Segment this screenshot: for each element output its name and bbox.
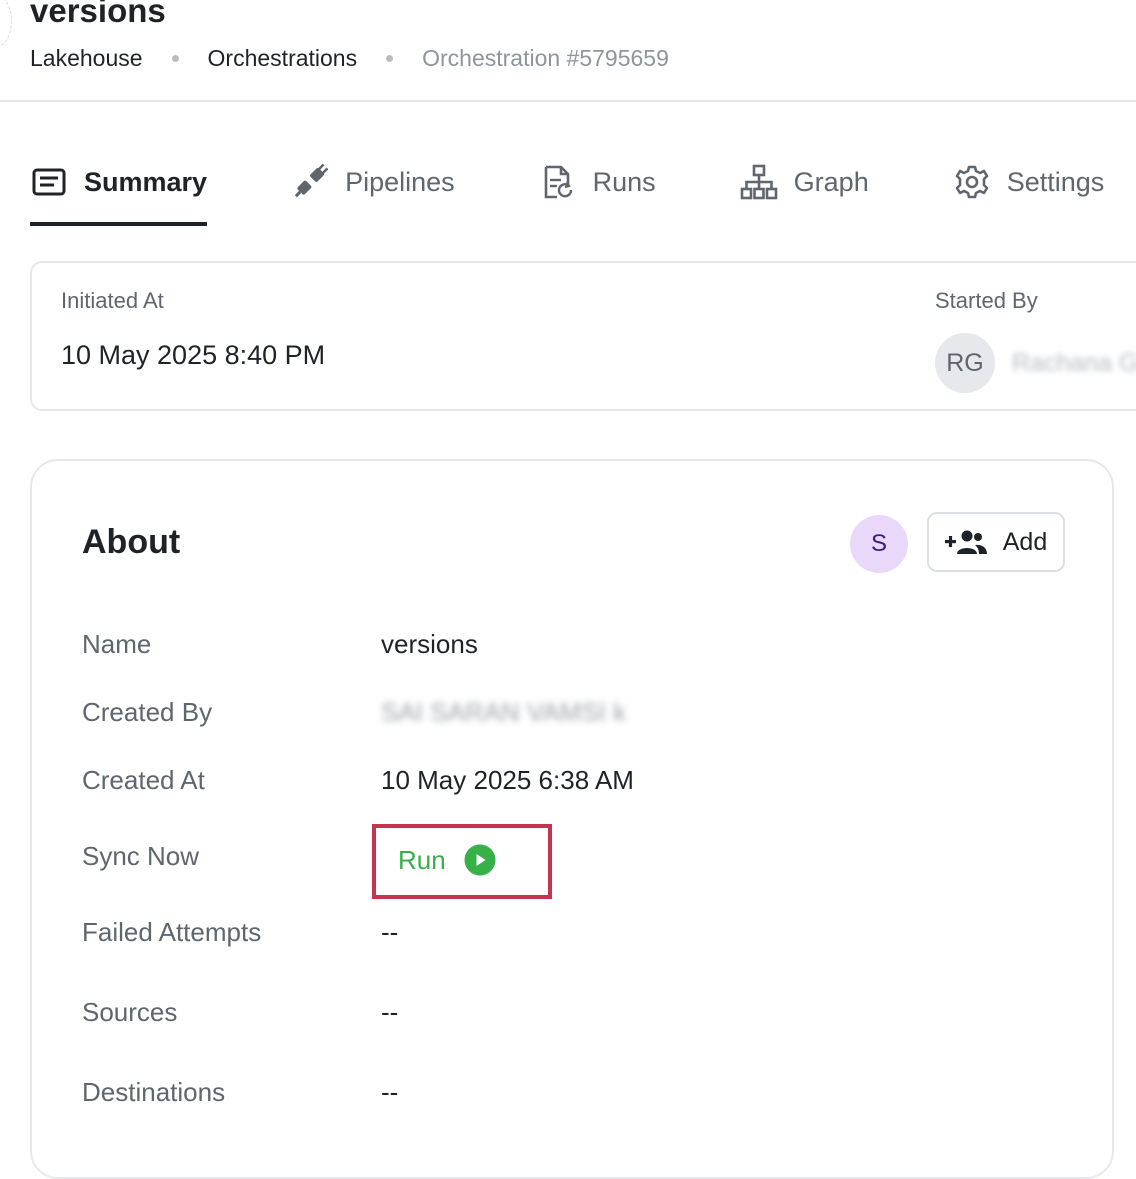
play-circle-icon xyxy=(464,844,496,876)
created-at-label: Created At xyxy=(82,765,205,795)
avatar[interactable]: S xyxy=(850,515,908,573)
tab-label: Runs xyxy=(592,166,656,197)
tab-settings[interactable]: Settings xyxy=(953,150,1105,214)
document-refresh-icon xyxy=(539,163,577,201)
about-title: About xyxy=(82,523,181,561)
destinations-value: -- xyxy=(381,1077,399,1107)
tab-bar: Summary Pipelines Runs Graph Settings xyxy=(30,150,1136,230)
sources-label: Sources xyxy=(82,997,178,1027)
plug-icon xyxy=(291,163,329,201)
sources-value: -- xyxy=(381,997,399,1027)
add-button-label: Add xyxy=(1002,527,1048,556)
started-by-label: Started By xyxy=(935,288,1038,313)
destinations-label: Destinations xyxy=(82,1077,226,1107)
run-button-label: Run xyxy=(398,844,446,875)
created-at-value: 10 May 2025 6:38 AM xyxy=(381,765,634,795)
logo-icon xyxy=(0,0,12,48)
list-card-icon xyxy=(30,163,68,201)
initiated-at-label: Initiated At xyxy=(61,288,164,313)
created-by-label: Created By xyxy=(82,697,213,727)
tab-label: Pipelines xyxy=(345,166,455,197)
run-highlight: Run xyxy=(372,824,552,899)
started-by-name: Rachana G xyxy=(1012,349,1136,377)
breadcrumb-lakehouse[interactable]: Lakehouse xyxy=(30,45,143,72)
sync-now-label: Sync Now xyxy=(82,841,200,871)
about-card: About S Add Name versions Created By SAI… xyxy=(30,459,1114,1179)
run-button[interactable]: Run xyxy=(398,844,496,876)
failed-attempts-label: Failed Attempts xyxy=(82,917,262,947)
initiated-at-value: 10 May 2025 8:40 PM xyxy=(61,340,326,370)
tab-label: Settings xyxy=(1006,166,1105,197)
breadcrumb-current: Orchestration #5795659 xyxy=(422,44,669,71)
tab-runs[interactable]: Runs xyxy=(539,150,656,214)
tab-summary[interactable]: Summary xyxy=(30,150,208,226)
page-title: versions xyxy=(30,0,166,29)
breadcrumb-separator xyxy=(386,54,394,62)
tab-graph[interactable]: Graph xyxy=(740,150,869,214)
created-by-value: SAI SARAN VAMSI k xyxy=(381,697,627,727)
page-header: versions Lakehouse Orchestrations Orches… xyxy=(0,0,1136,102)
breadcrumb: Lakehouse Orchestrations Orchestration #… xyxy=(30,44,669,72)
name-label: Name xyxy=(82,629,152,659)
run-info-card: Initiated At 10 May 2025 8:40 PM Started… xyxy=(30,261,1136,411)
add-group-icon xyxy=(944,529,987,555)
tab-pipelines[interactable]: Pipelines xyxy=(291,150,455,214)
breadcrumb-orchestrations[interactable]: Orchestrations xyxy=(208,45,358,72)
breadcrumb-separator xyxy=(171,54,179,62)
tab-label: Graph xyxy=(793,166,869,197)
gear-icon xyxy=(953,163,991,201)
name-value: versions xyxy=(381,629,478,659)
hierarchy-icon xyxy=(740,163,778,201)
add-user-button[interactable]: Add xyxy=(927,512,1065,572)
avatar: RG xyxy=(935,333,995,393)
tab-label: Summary xyxy=(84,166,208,197)
failed-attempts-value: -- xyxy=(381,917,399,947)
